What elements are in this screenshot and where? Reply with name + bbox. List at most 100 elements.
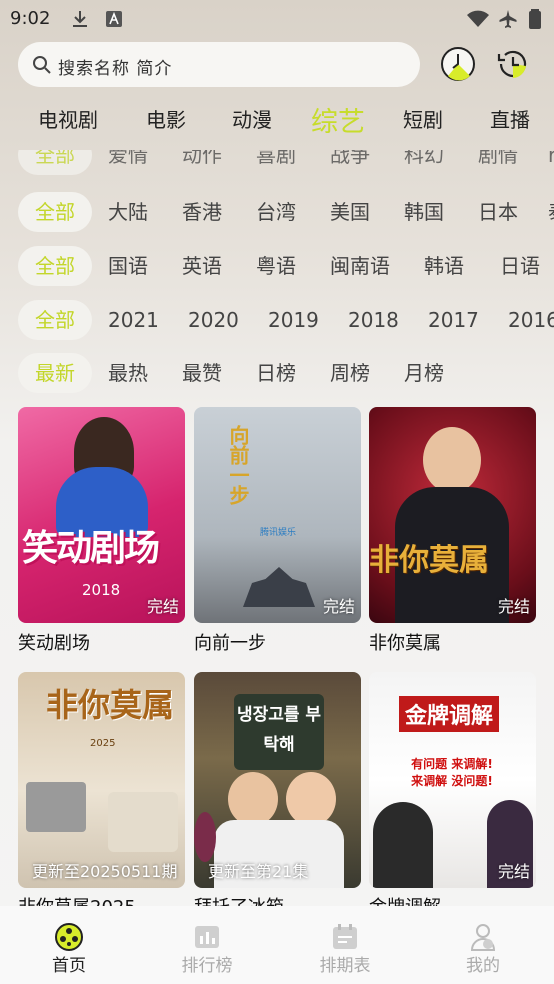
genre-chip[interactable]: 喜剧 (256, 150, 296, 175)
show-title[interactable]: 笑动剧场 (18, 629, 90, 655)
ranking-chart-icon (195, 926, 219, 948)
poster-year: 2018 (82, 581, 121, 599)
year-chip[interactable]: 2019 (268, 300, 319, 340)
airplane-icon (499, 10, 517, 28)
battery-icon (529, 9, 541, 29)
search-placeholder: 搜索名称 简介 (58, 59, 173, 79)
sort-filter-row: 最新 最热 最赞 日榜 周榜 月榜 (0, 353, 554, 393)
language-chip[interactable]: 粤语 (256, 246, 296, 286)
year-chip[interactable]: 2017 (428, 300, 479, 340)
year-chip[interactable]: 2020 (188, 300, 239, 340)
nav-profile[interactable]: 我的 (414, 906, 552, 984)
status-badge: 更新至20250511期 (32, 862, 178, 881)
genre-filter-row: 全部 爱情 动作 喜剧 战争 科幻 剧情 r (0, 150, 554, 177)
status-time: 9:02 (10, 8, 51, 29)
home-film-reel-icon (55, 923, 83, 951)
wifi-icon (467, 10, 489, 27)
genre-chip[interactable]: 剧情 (478, 150, 518, 175)
show-card-poster[interactable]: 笑动剧场 2018 完结 (18, 407, 185, 623)
poster-vegetable (194, 812, 216, 862)
sort-chip-latest[interactable]: 最新 (18, 353, 92, 393)
show-title[interactable]: 向前一步 (194, 629, 266, 655)
poster-host (228, 772, 278, 826)
year-chip[interactable]: 2016 (508, 300, 554, 340)
nav-schedule[interactable]: 排期表 (276, 906, 414, 984)
history-button[interactable] (495, 46, 531, 82)
poster-title-art: 냉장고를 부탁해 (234, 694, 324, 770)
status-badge: 完结 (497, 597, 530, 616)
sort-chip[interactable]: 月榜 (404, 353, 444, 393)
show-card-poster[interactable]: 金牌调解 有问题 来调解! 来调解 没问题! 完结 (369, 672, 536, 888)
show-card-poster[interactable]: 向前一步 腾讯娱乐 完结 (194, 407, 361, 623)
nav-label: 我的 (466, 956, 500, 976)
poster-year: 2025 (90, 738, 116, 749)
region-chip[interactable]: 日本 (478, 192, 518, 232)
poster-chair (108, 792, 178, 852)
region-chip[interactable]: 韩国 (404, 192, 444, 232)
genre-chip[interactable]: 爱情 (108, 150, 148, 175)
profile-icon (470, 924, 496, 951)
nav-label: 排行榜 (181, 956, 233, 976)
show-card-poster[interactable]: 非你莫属 完结 (369, 407, 536, 623)
tab-variety[interactable]: 综艺 (311, 100, 365, 139)
nav-label: 首页 (52, 956, 86, 976)
language-chip[interactable]: 英语 (182, 246, 222, 286)
genre-chip-all[interactable]: 全部 (18, 150, 92, 175)
nav-rankings[interactable]: 排行榜 (138, 906, 276, 984)
genre-chip[interactable]: 科幻 (404, 150, 444, 175)
poster-monitor (26, 782, 86, 832)
year-chip-all[interactable]: 全部 (18, 300, 92, 340)
download-icon (73, 11, 87, 27)
sort-chip[interactable]: 最赞 (182, 353, 222, 393)
language-chip-all[interactable]: 全部 (18, 246, 92, 286)
year-filter-row: 全部 2021 2020 2019 2018 2017 2016 (0, 300, 554, 340)
search-icon (33, 56, 51, 74)
region-chip[interactable]: 美国 (330, 192, 370, 232)
year-chip[interactable]: 2018 (348, 300, 399, 340)
poster-title-art: 向前一步 (226, 425, 250, 505)
nav-label: 排期表 (319, 956, 371, 976)
sort-chip[interactable]: 最热 (108, 353, 148, 393)
nav-home[interactable]: 首页 (0, 906, 138, 984)
poster-title-art: 非你莫属 (369, 543, 489, 578)
download-history-button[interactable] (440, 46, 476, 82)
sort-chip[interactable]: 周榜 (330, 353, 370, 393)
tab-anime[interactable]: 动漫 (232, 104, 272, 133)
tab-movies[interactable]: 电影 (146, 104, 186, 133)
year-chip[interactable]: 2021 (108, 300, 159, 340)
language-filter-row: 全部 国语 英语 粤语 闽南语 韩语 日语 (0, 246, 554, 286)
poster-host (286, 772, 336, 826)
region-chip[interactable]: 大陆 (108, 192, 148, 232)
search-input[interactable]: 搜索名称 简介 (18, 42, 420, 87)
bottom-nav: 首页 排行榜 排期表 我的 (0, 906, 554, 984)
poster-slogan: 有问题 来调解! 来调解 没问题! (411, 757, 493, 788)
region-chip[interactable]: 台湾 (256, 192, 296, 232)
poster-title-art: 笑动剧场 (22, 528, 160, 569)
language-chip[interactable]: 韩语 (424, 246, 464, 286)
genre-chip[interactable]: r (548, 150, 554, 175)
show-card-poster[interactable]: 非你莫属 2025 更新至20250511期 (18, 672, 185, 888)
language-chip[interactable]: 闽南语 (330, 246, 390, 286)
region-chip[interactable]: 泰 (548, 192, 554, 232)
calendar-icon (333, 924, 357, 949)
status-badge: 完结 (146, 597, 179, 616)
tab-live[interactable]: 直播 (490, 104, 530, 133)
tab-tv-series[interactable]: 电视剧 (38, 104, 98, 133)
language-chip[interactable]: 日语 (500, 246, 540, 286)
show-title[interactable]: 非你莫属 (369, 629, 441, 655)
poster-person (423, 427, 481, 493)
app-notification-icon (106, 11, 122, 27)
show-card-poster[interactable]: 냉장고를 부탁해 更新至第21集 (194, 672, 361, 888)
poster-title-art: 非你莫属 (46, 686, 175, 724)
poster-temple (243, 567, 315, 607)
tab-short-drama[interactable]: 短剧 (403, 104, 443, 133)
language-chip[interactable]: 国语 (108, 246, 148, 286)
genre-chip[interactable]: 战争 (330, 150, 370, 175)
poster-sponsor: 腾讯娱乐 (260, 528, 297, 538)
region-chip-all[interactable]: 全部 (18, 192, 92, 232)
genre-chip[interactable]: 动作 (182, 150, 222, 175)
poster-host (373, 802, 433, 888)
sort-chip[interactable]: 日榜 (256, 353, 296, 393)
status-bar: 9:02 (0, 0, 554, 38)
region-chip[interactable]: 香港 (182, 192, 222, 232)
